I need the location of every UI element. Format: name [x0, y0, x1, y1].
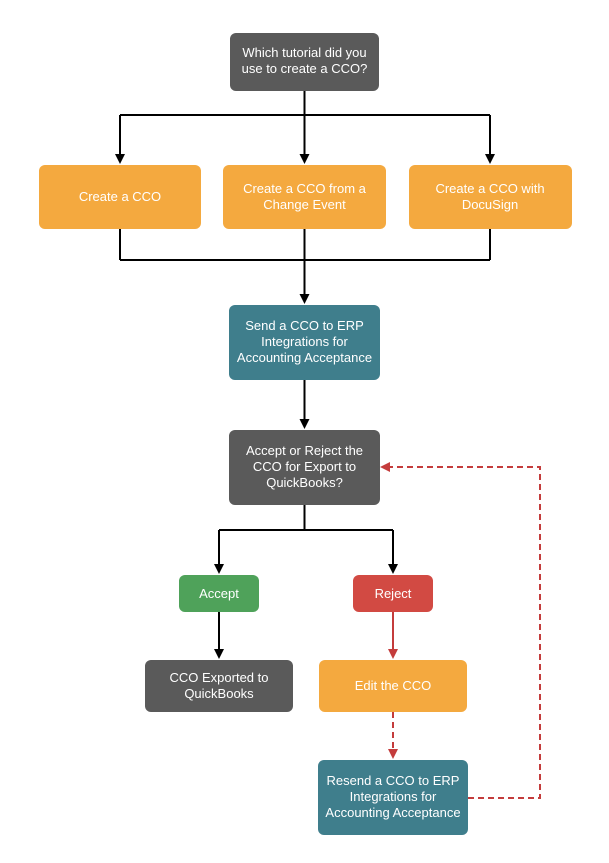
node-resend-l3: Accounting Acceptance — [325, 805, 460, 820]
node-create-cco-docusign-l1: Create a CCO with — [435, 181, 544, 196]
node-decision-l3: QuickBooks? — [266, 475, 343, 490]
node-accept-text: Accept — [199, 586, 239, 601]
node-create-cco-change-event-l2: Change Event — [263, 197, 346, 212]
node-send-erp-l1: Send a CCO to ERP — [245, 318, 364, 333]
node-exported-l1: CCO Exported to — [170, 670, 269, 685]
node-send-erp-l3: Accounting Acceptance — [237, 350, 372, 365]
node-start-text-l2: use to create a CCO? — [242, 61, 368, 76]
node-resend-l2: Integrations for — [350, 789, 437, 804]
node-start-text-l1: Which tutorial did you — [242, 45, 366, 60]
node-decision-l2: CCO for Export to — [253, 459, 356, 474]
node-resend-l1: Resend a CCO to ERP — [327, 773, 460, 788]
node-create-cco-docusign-l2: DocuSign — [462, 197, 518, 212]
node-exported-l2: QuickBooks — [184, 686, 254, 701]
node-send-erp-l2: Integrations for — [261, 334, 348, 349]
node-create-cco-change-event-l1: Create a CCO from a — [243, 181, 367, 196]
node-edit-text: Edit the CCO — [355, 678, 432, 693]
node-create-cco-text: Create a CCO — [79, 189, 161, 204]
node-reject-text: Reject — [375, 586, 412, 601]
node-decision-l1: Accept or Reject the — [246, 443, 363, 458]
flowchart: Which tutorial did you use to create a C… — [0, 0, 609, 863]
